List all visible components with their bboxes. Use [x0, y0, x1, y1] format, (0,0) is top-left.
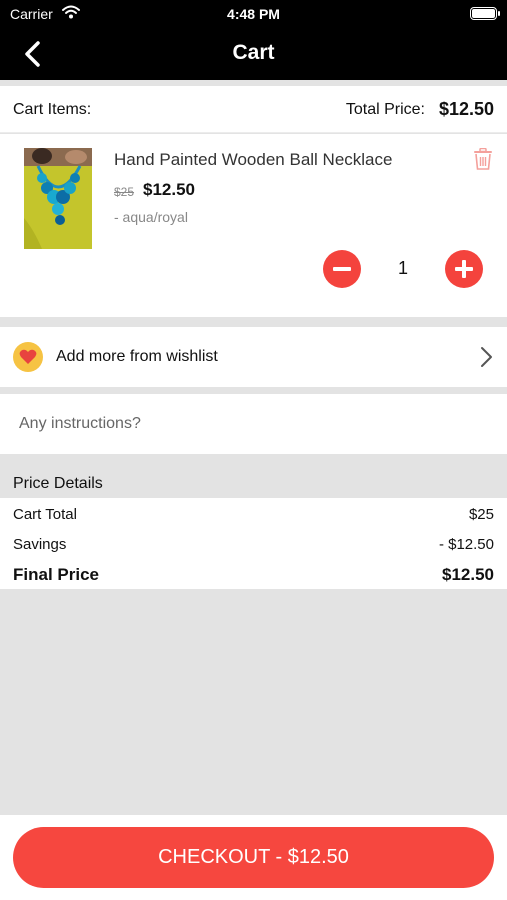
final-price-label: Final Price: [13, 565, 99, 584]
original-price: $25: [114, 185, 135, 199]
total-price-value: $12.50: [438, 99, 494, 119]
nav-bar: Cart: [0, 28, 507, 80]
cart-summary-header: Cart Items: Total Price: $12.50: [0, 86, 507, 133]
final-price-row: Final Price $12.50: [13, 565, 494, 585]
cart-item: Hand Painted Wooden Ball Necklace $25 $1…: [0, 134, 507, 317]
battery-icon: [470, 7, 500, 20]
savings-value: - $12.50: [438, 536, 494, 553]
cart-total-label: Cart Total: [13, 506, 77, 523]
cart-total-value: $25: [468, 506, 494, 523]
instructions-input[interactable]: [0, 394, 507, 454]
product-image[interactable]: [24, 148, 92, 249]
page-title: Cart: [232, 41, 275, 64]
savings-row: Savings - $12.50: [13, 536, 494, 553]
increase-quantity-button[interactable]: [445, 250, 483, 288]
product-name[interactable]: Hand Painted Wooden Ball Necklace: [114, 150, 392, 170]
decrease-quantity-button[interactable]: [323, 250, 361, 288]
final-price-value: $12.50: [442, 565, 494, 584]
heart-icon: [13, 342, 43, 372]
wishlist-label: Add more from wishlist: [56, 348, 218, 365]
savings-label: Savings: [13, 536, 67, 553]
checkout-button[interactable]: CHECKOUT - $12.50: [13, 827, 494, 888]
sale-price: $12.50: [143, 180, 195, 199]
price-details: Cart Total $25 Savings - $12.50 Final Pr…: [0, 498, 507, 589]
cart-total-row: Cart Total $25: [13, 506, 494, 523]
product-variant: - aqua/royal: [114, 209, 188, 225]
price-details-title: Price Details: [13, 475, 103, 492]
bottom-bar: CHECKOUT - $12.50: [0, 815, 507, 900]
status-bar: Carrier 4:48 PM: [0, 0, 507, 28]
cart-items-label: Cart Items:: [13, 101, 92, 118]
total-price-label: Total Price:: [345, 101, 425, 118]
add-from-wishlist-row[interactable]: Add more from wishlist: [0, 327, 507, 387]
chevron-right-icon: [481, 347, 492, 367]
quantity-value: 1: [397, 258, 408, 278]
trash-icon[interactable]: [473, 148, 493, 170]
status-time: 4:48 PM: [227, 6, 280, 22]
